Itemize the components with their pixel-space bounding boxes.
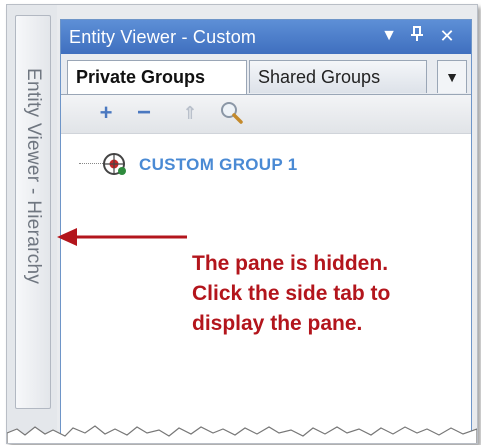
annotation-callout: The pane is hidden. Click the side tab t… [192,249,462,339]
remove-group-button[interactable]: − [132,101,156,125]
side-tab-strip: Entity Viewer - Hierarchy [7,5,57,443]
pin-icon[interactable] [407,26,427,46]
tab-strip: Private Groups Shared Groups ▼ [61,54,471,95]
side-tab-label: Entity Viewer - Hierarchy [23,68,44,285]
move-up-icon[interactable]: ⇑ [178,101,202,125]
search-icon[interactable] [219,101,243,125]
annotation-line-2: Click the side tab to [192,282,391,305]
annotation-line-1: The pane is hidden. [192,252,389,275]
tab-shared-groups[interactable]: Shared Groups [249,60,427,93]
tab-private-groups[interactable]: Private Groups [67,60,247,94]
tree-connector [79,163,103,164]
window-menu-dropdown-icon[interactable]: ▼ [379,26,399,46]
annotation-line-3: display the pane. [192,312,363,335]
close-icon[interactable]: ✕ [437,26,457,46]
window-frame: Entity Viewer - Hierarchy Entity Viewer … [6,4,478,444]
torn-edge [7,425,477,443]
pane-title: Entity Viewer - Custom [69,27,257,47]
groups-toolbar: + − ⇑ [61,95,471,134]
group-icon [101,151,129,182]
add-group-button[interactable]: + [94,101,118,125]
annotation-arrow-icon [57,228,187,246]
side-tab-entity-viewer-hierarchy[interactable]: Entity Viewer - Hierarchy [15,15,51,409]
tab-overflow-dropdown-icon[interactable]: ▼ [437,60,467,93]
pane-title-bar: Entity Viewer - Custom ▼ ✕ [61,20,471,54]
tree-item-label: CUSTOM GROUP 1 [139,155,298,174]
